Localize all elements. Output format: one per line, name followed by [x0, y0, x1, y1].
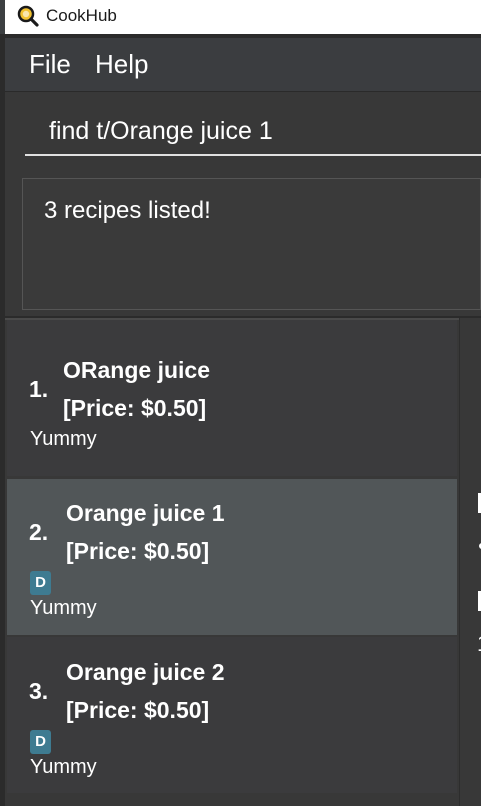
result-message: 3 recipes listed! [44, 197, 211, 224]
recipe-description: Yummy [30, 428, 97, 450]
recipe-index: 2. [29, 519, 49, 545]
recipe-price: [Price: $0.50] [66, 697, 210, 723]
title-bar: CookHub [0, 0, 481, 34]
command-box: find t/Orange juice 1 [5, 92, 481, 170]
command-input[interactable]: find t/Orange juice 1 [25, 108, 481, 156]
recipe-price: [Price: $0.50] [66, 538, 210, 564]
result-display: 3 recipes listed! [5, 170, 481, 316]
recipe-index: 1. [29, 376, 49, 402]
detail-step-number: 1 [477, 631, 481, 657]
recipe-detail-panel: 1 [459, 318, 481, 806]
recipe-card[interactable]: 1. ORange juice [Price: $0.50] Yummy [7, 320, 457, 476]
menu-file[interactable]: File [29, 49, 71, 80]
recipe-tag: D [30, 571, 51, 595]
recipe-name: Orange juice 2 [66, 659, 225, 685]
recipe-description: Yummy [30, 756, 97, 778]
recipe-list[interactable]: 1. ORange juice [Price: $0.50] Yummy 2. … [5, 318, 459, 806]
menu-bar: File Help [5, 38, 481, 92]
recipe-name: Orange juice 1 [66, 500, 225, 526]
recipe-description: Yummy [30, 597, 97, 619]
result-box[interactable]: 3 recipes listed! [22, 178, 481, 310]
recipe-card-selected[interactable]: 2. Orange juice 1 [Price: $0.50] D Yummy [7, 479, 457, 635]
window-title: CookHub [46, 6, 117, 25]
recipe-index: 3. [29, 678, 49, 704]
recipe-tag: D [30, 730, 51, 754]
recipe-name: ORange juice [63, 357, 210, 383]
magnifier-icon [17, 5, 39, 27]
recipe-card[interactable]: 3. Orange juice 2 [Price: $0.50] D Yummy [7, 637, 457, 793]
menu-help[interactable]: Help [95, 49, 148, 80]
recipe-price: [Price: $0.50] [63, 395, 207, 421]
